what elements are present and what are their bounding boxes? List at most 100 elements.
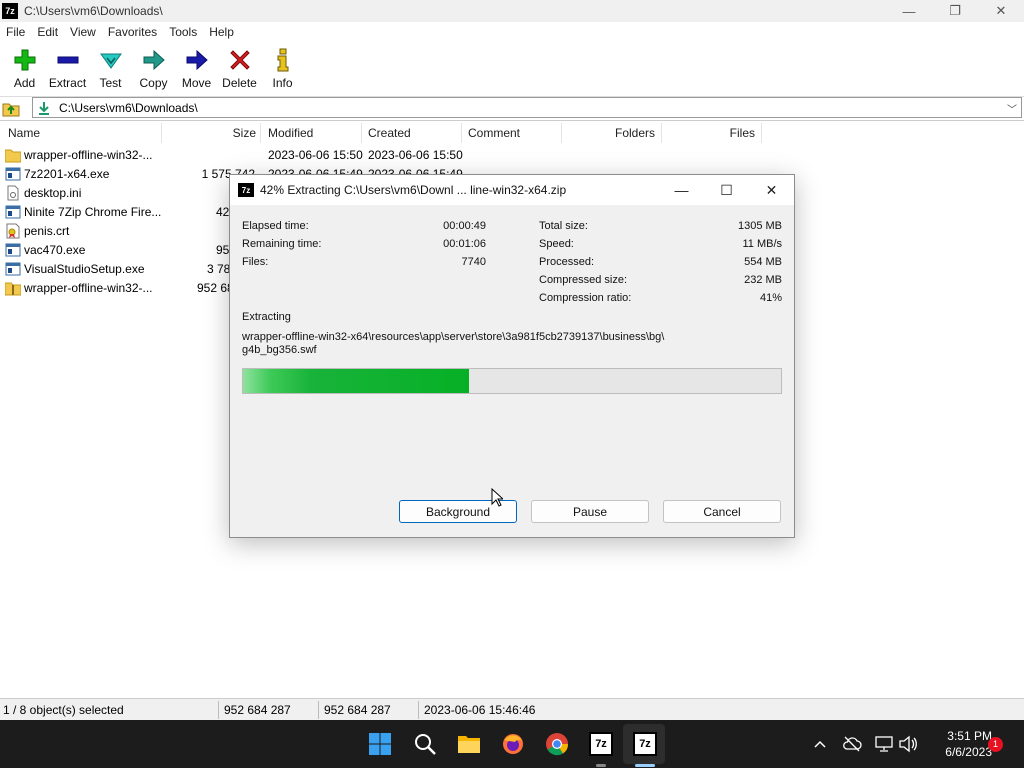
folder-icon	[5, 149, 21, 163]
file-size: 3 78	[207, 262, 231, 276]
exe-icon	[5, 243, 21, 257]
toolbar: Add Extract Test Copy Move Delete Info	[0, 44, 1024, 94]
chevron-down-icon[interactable]: ﹀	[1007, 101, 1017, 116]
column-created[interactable]: Created	[362, 123, 462, 143]
chevron-up-icon[interactable]	[813, 737, 827, 751]
address-field[interactable]: C:\Users\vm6\Downloads\ ﹀	[32, 97, 1022, 118]
download-arrow-icon	[39, 101, 49, 115]
file-modified: 2023-06-06 15:50	[268, 148, 363, 162]
menu-file[interactable]: File	[0, 25, 31, 39]
test-label: Test	[99, 76, 122, 90]
compressed-size-label: Compressed size:	[539, 274, 628, 286]
column-size[interactable]: Size	[162, 123, 261, 143]
files-label: Files:	[242, 256, 269, 268]
current-file-name: g4b_bg356.swf	[242, 344, 317, 356]
info-button[interactable]: Info	[261, 44, 304, 94]
zip-folder-icon	[5, 282, 21, 296]
minimize-button[interactable]: —	[886, 0, 932, 22]
total-size-label: Total size:	[539, 220, 588, 232]
file-name: vac470.exe	[24, 243, 86, 257]
compression-ratio-label: Compression ratio:	[539, 292, 632, 304]
compressed-size-value: 232 MB	[744, 274, 782, 286]
address-bar: C:\Users\vm6\Downloads\ ﹀	[0, 96, 1024, 118]
firefox-icon[interactable]	[501, 732, 525, 756]
speaker-icon[interactable]	[898, 735, 918, 753]
dialog-minimize-button[interactable]: —	[659, 175, 704, 205]
remaining-time-value: 00:01:06	[443, 238, 486, 250]
column-comment[interactable]: Comment	[462, 123, 562, 143]
file-size: 95	[216, 243, 230, 257]
menu-edit[interactable]: Edit	[31, 25, 64, 39]
search-icon[interactable]	[413, 732, 437, 756]
column-files[interactable]: Files	[662, 123, 762, 143]
7zip-active-taskbar-icon[interactable]: 7z	[633, 732, 657, 756]
move-label: Move	[181, 76, 212, 90]
network-icon[interactable]	[874, 735, 894, 753]
pause-button[interactable]: Pause	[531, 500, 649, 523]
notification-badge[interactable]: 1	[988, 737, 1003, 752]
elapsed-time-value: 00:00:49	[443, 220, 486, 232]
speed-label: Speed:	[539, 238, 574, 250]
file-row[interactable]: wrapper-offline-win32-... 2023-06-06 15:…	[0, 146, 1024, 165]
status-date: 2023-06-06 15:46:46	[424, 703, 536, 717]
copy-button[interactable]: Copy	[132, 44, 175, 94]
title-bar: 7z C:\Users\vm6\Downloads\ — ❐ ✕	[0, 0, 1024, 22]
extract-button[interactable]: Extract	[46, 44, 89, 94]
menu-help[interactable]: Help	[203, 25, 240, 39]
7zip-taskbar-icon[interactable]: 7z	[589, 732, 613, 756]
extracting-label: Extracting	[242, 311, 291, 323]
7zip-app-icon: 7z	[2, 3, 18, 19]
certificate-icon	[6, 223, 20, 239]
file-name: wrapper-offline-win32-...	[24, 281, 153, 295]
maximize-button[interactable]: ❐	[932, 0, 978, 22]
7zip-app-icon: 7z	[238, 183, 254, 197]
info-icon	[277, 48, 288, 72]
dialog-close-button[interactable]: ✕	[749, 175, 794, 205]
file-name: 7z2201-x64.exe	[24, 167, 110, 181]
chrome-icon[interactable]	[545, 732, 569, 756]
menu-view[interactable]: View	[64, 25, 102, 39]
status-packed-size: 952 684 287	[324, 703, 391, 717]
delete-button[interactable]: Delete	[218, 44, 261, 94]
taskbar: 7z 7z 3:51 PM 6/6/2023	[0, 720, 1024, 768]
mouse-cursor-icon	[491, 488, 503, 507]
extract-progress-dialog: 7z 42% Extracting C:\Users\vm6\Downl ...…	[229, 174, 795, 538]
exe-icon	[5, 167, 21, 181]
move-button[interactable]: Move	[175, 44, 218, 94]
minus-icon	[57, 56, 78, 64]
window-title: C:\Users\vm6\Downloads\	[24, 4, 163, 18]
clock-date: 6/6/2023	[945, 745, 992, 759]
delete-label: Delete	[222, 76, 257, 90]
remaining-time-label: Remaining time:	[242, 238, 322, 250]
speed-value: 11 MB/s	[742, 238, 782, 250]
column-folders[interactable]: Folders	[562, 123, 662, 143]
windows-start-icon[interactable]	[368, 732, 392, 756]
menu-bar: File Edit View Favorites Tools Help	[0, 22, 1024, 42]
files-value: 7740	[461, 256, 486, 268]
address-path: C:\Users\vm6\Downloads\	[59, 100, 198, 115]
dialog-maximize-button[interactable]: ☐	[704, 175, 749, 205]
file-name: desktop.ini	[24, 186, 82, 200]
cloud-offline-icon[interactable]	[842, 735, 862, 753]
elapsed-time-label: Elapsed time:	[242, 220, 309, 232]
status-size: 952 684 287	[224, 703, 291, 717]
file-created: 2023-06-06 15:50	[368, 148, 463, 162]
add-label: Add	[13, 76, 36, 90]
exe-icon	[5, 205, 21, 219]
cancel-button[interactable]: Cancel	[663, 500, 781, 523]
close-button[interactable]: ✕	[978, 0, 1024, 22]
extract-label: Extract	[48, 76, 87, 90]
clock[interactable]: 3:51 PM 6/6/2023	[922, 728, 992, 760]
menu-favorites[interactable]: Favorites	[102, 25, 163, 39]
file-explorer-icon[interactable]	[457, 732, 481, 756]
column-modified[interactable]: Modified	[261, 123, 362, 143]
progress-bar	[242, 368, 782, 394]
column-name[interactable]: Name	[0, 123, 162, 143]
plus-icon	[14, 49, 35, 71]
test-button[interactable]: Test	[89, 44, 132, 94]
file-name: Ninite 7Zip Chrome Fire...	[24, 205, 162, 219]
add-button[interactable]: Add	[3, 44, 46, 94]
copy-arrow-icon	[143, 49, 165, 71]
menu-tools[interactable]: Tools	[163, 25, 203, 39]
up-folder-button[interactable]	[0, 98, 22, 118]
